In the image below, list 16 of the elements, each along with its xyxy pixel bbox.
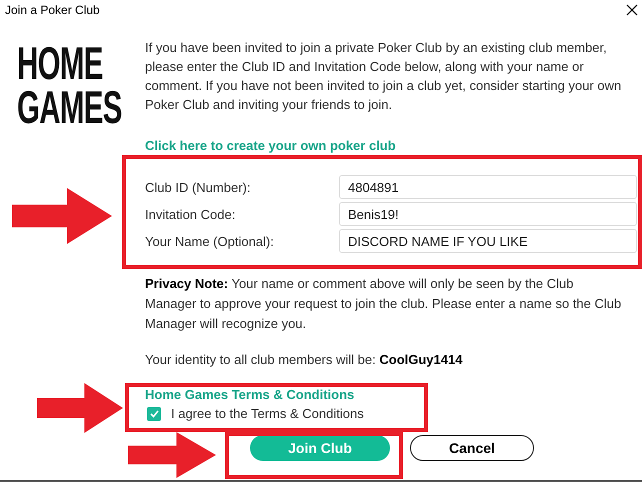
identity-text: Your identity to all club members will be: CoolGuy1414 xyxy=(145,352,462,367)
field-label: Invitation Code: xyxy=(145,206,236,222)
checkmark-icon xyxy=(150,410,158,418)
input-field[interactable]: Benis19! xyxy=(339,202,637,226)
input-field[interactable]: DISCORD NAME IF YOU LIKE xyxy=(339,229,637,253)
field-label: Your Name (Optional): xyxy=(145,234,275,248)
intro-text: If you have been invited to join a private Poker Club by an existing club member, please enter the Club ID and Invitation Code below, along with your name or comment. If you have not been invited to join a club yet, consider starting your own Poker Club and inviting your friends to join. xyxy=(145,39,622,114)
privacy-note: Privacy Note: Your name or comment above will only be seen by the Club Manager to approve your request to join the club. Please enter a name so the Club Manager will recognize you. xyxy=(145,275,622,333)
home-games-logo: HOME GAMES xyxy=(17,41,123,129)
checkbox[interactable] xyxy=(147,406,161,420)
close-icon[interactable] xyxy=(626,4,638,16)
window-title: Join a Poker Club xyxy=(5,3,100,17)
agree-label: I agree to the Terms & Conditions xyxy=(171,406,364,421)
input-field[interactable]: 4804891 xyxy=(339,175,637,199)
field-label: Club ID (Number): xyxy=(145,180,252,194)
cancel-button[interactable]: Cancel xyxy=(410,435,534,461)
